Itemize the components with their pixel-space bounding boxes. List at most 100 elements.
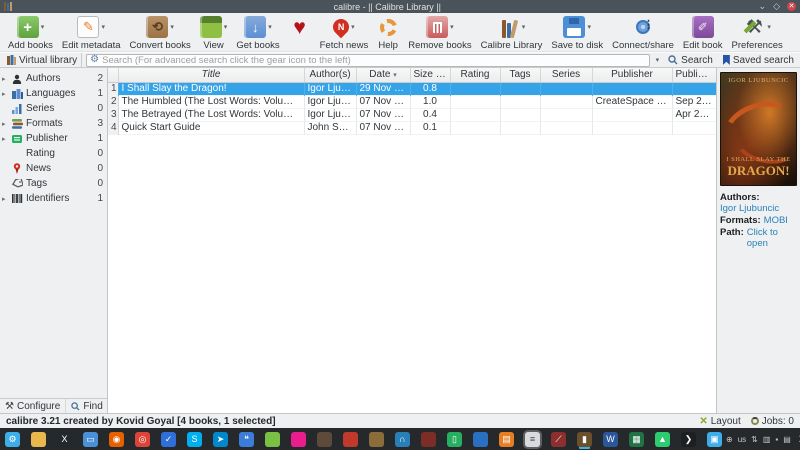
browser-app-icon[interactable] (265, 431, 280, 447)
cell-title[interactable]: The Humbled (The Lost Words: Volume 4) (118, 95, 305, 108)
red-app-icon[interactable] (343, 431, 358, 447)
cell-published[interactable]: Apr 2012 (672, 108, 716, 121)
cell-published[interactable] (672, 121, 716, 134)
battery-tray-icon[interactable]: ▥ (763, 435, 771, 444)
blue-app-icon[interactable] (473, 431, 488, 447)
cell-rating[interactable] (450, 82, 501, 95)
save-to-disk-button[interactable]: ▾ Save to disk (547, 15, 607, 51)
cell-authors[interactable]: Igor Ljubuncic (304, 108, 357, 121)
cell-series[interactable] (540, 82, 593, 95)
cell-rating[interactable] (450, 108, 501, 121)
cell-size[interactable]: 0.1 (410, 121, 451, 134)
sidebar-item-publisher[interactable]: ▸ Publisher 1 (0, 131, 107, 146)
expand-arrow-icon[interactable]: ▸ (2, 195, 8, 203)
edit-metadata-button[interactable]: ✎ ▾ Edit metadata (58, 15, 125, 51)
add-books-button[interactable]: + ▾ Add books (4, 15, 57, 51)
authors-link[interactable]: Igor Ljubuncic (720, 203, 779, 214)
cell-rating[interactable] (450, 121, 501, 134)
cell-date[interactable]: 07 Nov 2018 (356, 121, 411, 134)
column-header-title[interactable]: Title (118, 68, 305, 83)
cell-rating[interactable] (450, 95, 501, 108)
terminal-icon[interactable]: ❯ (681, 431, 696, 447)
sidebar-item-rating[interactable]: Rating 0 (0, 146, 107, 161)
orange-doc-app-icon[interactable]: ▤ (499, 431, 514, 447)
cell-series[interactable] (540, 95, 593, 108)
firefox-icon[interactable]: ◉ (109, 431, 124, 447)
column-header-authors[interactable]: Author(s) (304, 68, 357, 83)
table-row[interactable]: 2 The Humbled (The Lost Words: Volume 4)… (108, 95, 716, 108)
sidebar-item-identifiers[interactable]: ▸ Identifiers 1 (0, 191, 107, 206)
cell-series[interactable] (540, 108, 593, 121)
dropdown-arrow-icon[interactable]: ▾ (101, 24, 105, 31)
dropdown-arrow-icon[interactable]: ▾ (268, 24, 272, 31)
donate-button[interactable]: ♥ (285, 15, 315, 40)
sidebar-item-formats[interactable]: ▸ Formats 3 (0, 116, 107, 131)
cell-tags[interactable] (500, 108, 541, 121)
expand-arrow-icon[interactable]: ▸ (2, 75, 8, 83)
cell-publisher[interactable] (592, 121, 673, 134)
column-header-series[interactable]: Series (540, 68, 593, 83)
search-button[interactable]: Search (665, 55, 716, 66)
desktop-pager-icon[interactable] (31, 431, 46, 447)
table-row[interactable]: 3 The Betrayed (The Lost Words: Volume 1… (108, 108, 716, 121)
dropdown-arrow-icon[interactable]: ▾ (767, 24, 771, 31)
pink-app-icon[interactable] (291, 431, 306, 447)
cell-authors[interactable]: Igor Ljubuncic (304, 82, 357, 95)
messenger-icon[interactable]: ❝ (239, 431, 254, 447)
dark-red-app-icon[interactable] (421, 431, 436, 447)
connect-share-button[interactable]: ⋮ Connect/share (608, 15, 678, 51)
book-cover-image[interactable]: IGOR LJUBUNCIC I SHALL SLAY THE DRAGON! (720, 72, 797, 186)
network-tray-icon[interactable]: ⇅ (751, 435, 758, 444)
close-icon[interactable]: ✕ (787, 2, 796, 11)
search-input[interactable] (102, 54, 646, 66)
dropdown-arrow-icon[interactable]: ▾ (587, 24, 591, 31)
green-doc-app-icon[interactable]: ▯ (447, 431, 462, 447)
jobs-button[interactable]: Jobs: 0 (750, 416, 794, 427)
cell-series[interactable] (540, 121, 593, 134)
formats-link[interactable]: MOBI (764, 215, 788, 226)
window-app-icon[interactable]: ▭ (83, 431, 98, 447)
column-header-published[interactable]: Published (672, 68, 716, 83)
find-button[interactable]: Find (65, 399, 107, 413)
cell-publisher[interactable] (592, 108, 673, 121)
expand-arrow-icon[interactable]: ▸ (2, 135, 8, 143)
column-header-size[interactable]: Size (MB) (410, 68, 451, 83)
layout-button[interactable]: ✕ Layout (699, 416, 740, 427)
telegram-icon[interactable]: ➤ (213, 431, 228, 447)
sidebar-item-news[interactable]: News 0 (0, 161, 107, 176)
minimize-icon[interactable]: ⌄ (759, 2, 767, 11)
path-link[interactable]: Click to open (747, 227, 797, 249)
fetch-news-button[interactable]: N ▾ Fetch news (316, 15, 373, 51)
get-books-button[interactable]: ↓ ▾ Get books (232, 15, 283, 51)
app-launcher-icon[interactable]: ⚙ (5, 431, 20, 447)
preferences-button[interactable]: ⚒ ▾ Preferences (728, 15, 787, 52)
cell-date[interactable]: 07 Nov 2018 (356, 108, 411, 121)
sidebar-item-tags[interactable]: Tags 0 (0, 176, 107, 191)
cell-authors[interactable]: John Schember (304, 121, 357, 134)
column-header-date[interactable]: Date ▾ (356, 68, 411, 83)
word-icon[interactable]: W (603, 431, 618, 447)
kdenlive-icon[interactable]: ⟋ (551, 431, 566, 447)
sidebar-item-authors[interactable]: ▸ Authors 2 (0, 71, 107, 86)
spreadsheet-icon[interactable]: ▦ (629, 431, 644, 447)
clipboard-tray-icon[interactable]: ▤ (783, 435, 791, 444)
headset-app-icon[interactable]: ∩ (395, 431, 410, 447)
dropdown-arrow-icon[interactable]: ▾ (224, 24, 228, 31)
column-header-tags[interactable]: Tags (500, 68, 541, 83)
cell-date[interactable]: 29 Nov 2018 (356, 82, 411, 95)
dropdown-arrow-icon[interactable]: ▾ (41, 24, 45, 31)
help-button[interactable]: Help (373, 15, 403, 51)
cell-title[interactable]: The Betrayed (The Lost Words: Volume 1) (118, 108, 305, 121)
dropdown-arrow-icon[interactable]: ▾ (450, 24, 454, 31)
cell-title[interactable]: I Shall Slay the Dragon! (118, 82, 305, 95)
remove-books-button[interactable]: ▾ Remove books (404, 15, 475, 51)
dropdown-arrow-icon[interactable]: ▾ (351, 24, 355, 31)
saved-search-button[interactable]: Saved search (720, 55, 797, 66)
cell-date[interactable]: 07 Nov 2018 (356, 95, 411, 108)
search-history-dropdown-icon[interactable]: ▾ (654, 56, 662, 64)
keyboard-layout-icon[interactable]: us (738, 435, 746, 444)
cell-tags[interactable] (500, 95, 541, 108)
cell-published[interactable]: Sep 2015 (672, 95, 716, 108)
expand-arrow-icon[interactable]: ▸ (2, 90, 8, 98)
gear-icon[interactable]: ⚙ (90, 55, 99, 65)
